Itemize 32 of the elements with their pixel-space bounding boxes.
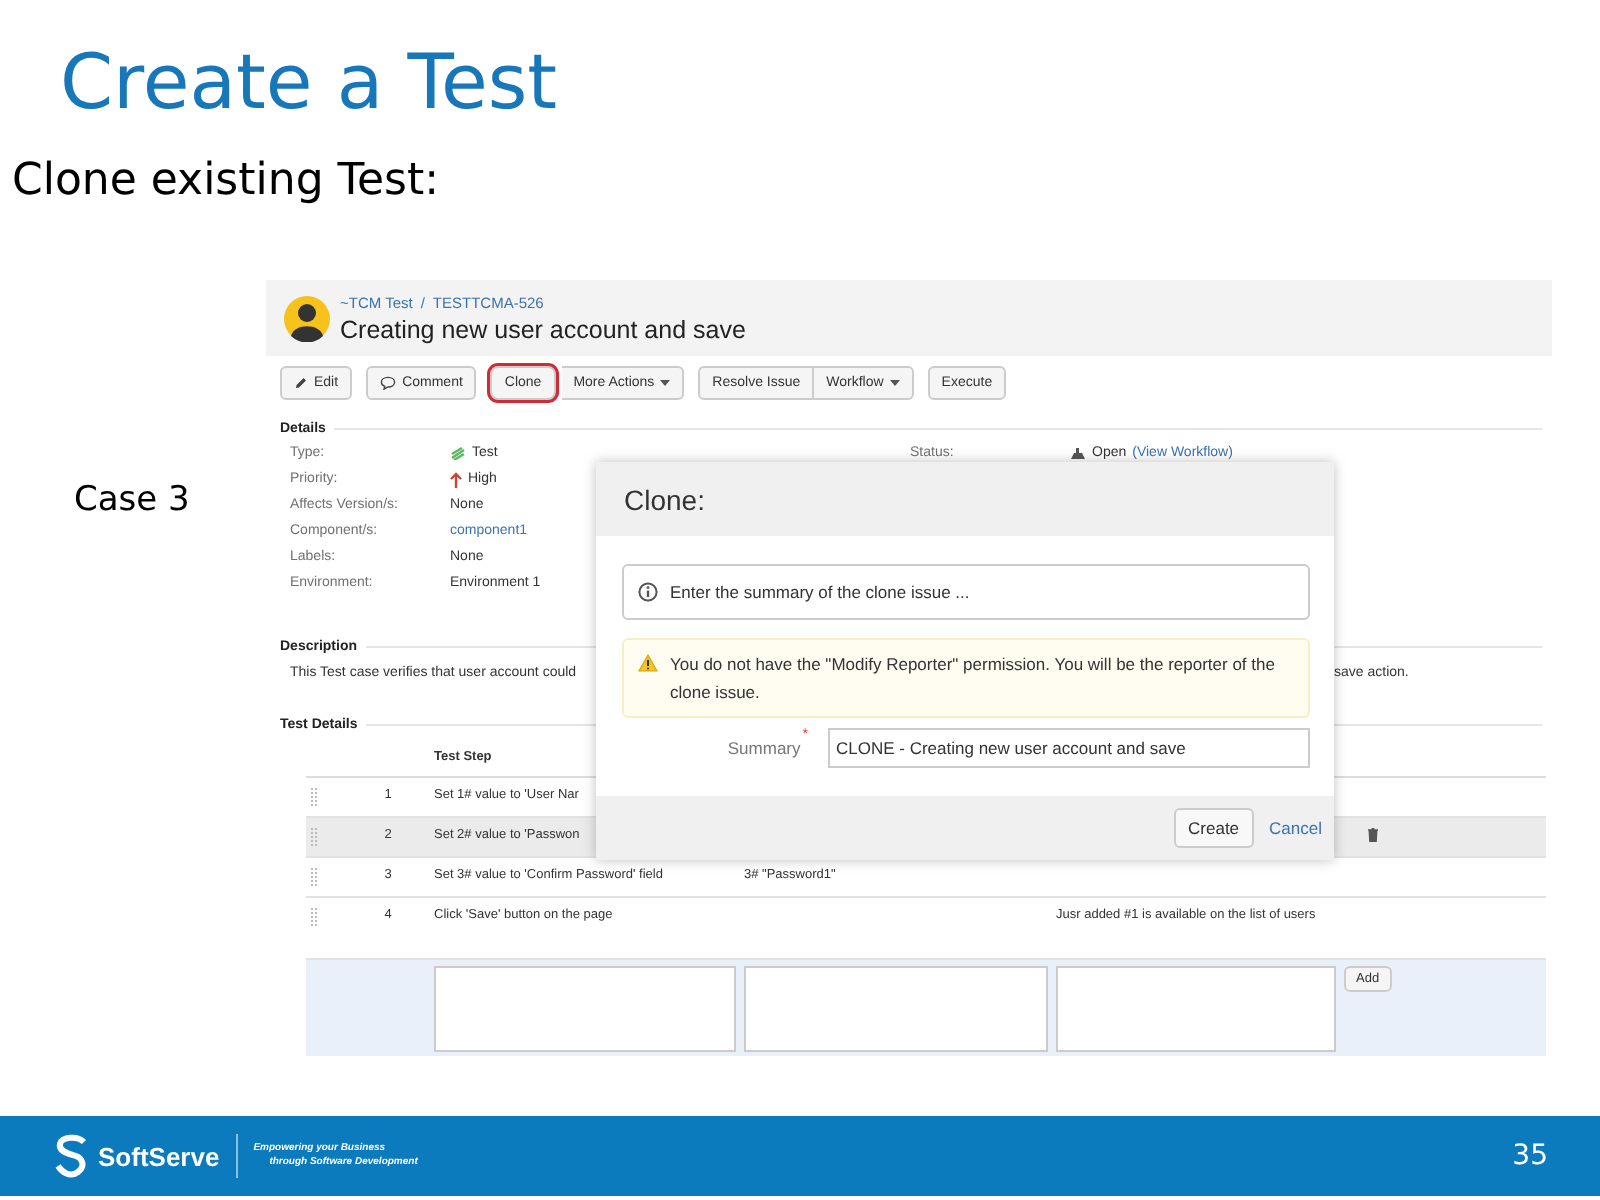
- dialog-title: Clone:: [624, 483, 705, 515]
- status-icon: [1070, 446, 1086, 460]
- summary-label: Summary: [727, 738, 801, 758]
- step-input-field[interactable]: [434, 966, 736, 1052]
- drag-handle-icon: [310, 828, 318, 846]
- pencil-icon: [294, 376, 308, 390]
- caret-icon: [660, 380, 671, 386]
- step-input-field[interactable]: [1056, 966, 1336, 1052]
- slide-subtitle: Clone existing Test:: [12, 154, 440, 210]
- brand-name: SoftServe: [98, 1141, 220, 1171]
- step-input-field[interactable]: [744, 966, 1048, 1052]
- issue-title: Creating new user account and save: [340, 315, 746, 343]
- test-type-icon: [450, 446, 466, 460]
- softserve-logo-icon: [52, 1134, 92, 1178]
- up-arrow-icon: [450, 471, 462, 487]
- speech-bubble-icon: [380, 376, 397, 390]
- drag-handle-icon: [310, 868, 318, 886]
- drag-handle-icon: [310, 908, 318, 926]
- warning-message: You do not have the "Modify Reporter" permission. You will be the reporter of the clone issue.: [670, 652, 1277, 706]
- trash-icon: [1368, 828, 1378, 842]
- page-number: 35: [1512, 1140, 1548, 1172]
- avatar-silhouette-icon: [284, 295, 330, 341]
- create-button[interactable]: Create: [1174, 808, 1254, 848]
- drag-handle-icon: [310, 788, 318, 806]
- case-label: Case 3: [74, 478, 190, 522]
- caret-icon: [889, 380, 900, 386]
- slide-title: Create a Test: [60, 36, 558, 130]
- info-message: Enter the summary of the clone issue ...: [670, 582, 970, 602]
- info-icon: [638, 582, 658, 602]
- cancel-link[interactable]: Cancel: [1269, 818, 1322, 838]
- summary-field[interactable]: CLONE - Creating new user account and save: [828, 728, 1310, 768]
- warning-icon: [638, 654, 658, 672]
